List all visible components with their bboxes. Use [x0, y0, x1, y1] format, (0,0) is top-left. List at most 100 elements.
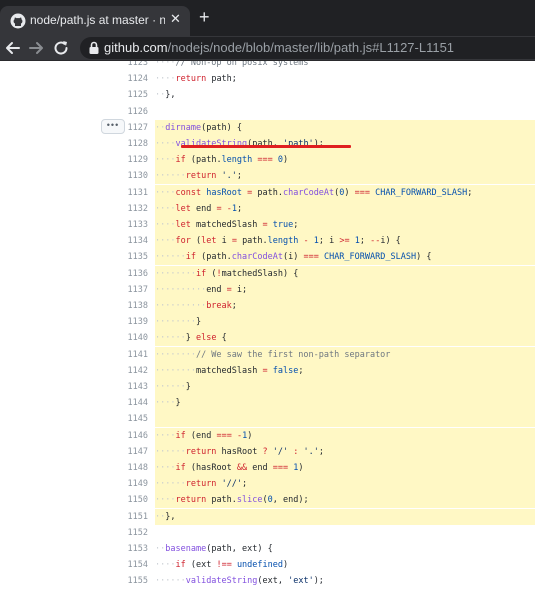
line-number[interactable]: 1128	[108, 136, 148, 152]
code-token: (	[206, 268, 217, 279]
line-number[interactable]: 1147	[108, 444, 148, 460]
code-token: path;	[206, 74, 237, 85]
line-number[interactable]: 1150	[108, 492, 148, 508]
code-token: '.'	[221, 171, 237, 182]
line-number[interactable]: 1133	[108, 217, 148, 233]
code-token: ===	[216, 430, 232, 441]
code-token: )	[283, 155, 289, 166]
code-token: length	[221, 155, 253, 166]
code-token: )	[344, 187, 355, 198]
code-line: 1156 ····validateString(path, 'path');	[0, 590, 535, 593]
code-line: 1151 ··},	[0, 508, 535, 525]
code-token: ===	[252, 155, 278, 166]
code-token: )	[283, 560, 289, 571]
line-code: ········}	[155, 314, 535, 331]
line-number[interactable]: 1130	[108, 168, 148, 184]
line-number[interactable]: 1148	[108, 460, 148, 476]
code-line: 1136 ········if (!matchedSlash) {	[0, 265, 535, 282]
code-token: '//'	[221, 479, 243, 490]
red-annotation-underline	[181, 145, 351, 148]
line-code: ····// Non-op on posix systems	[155, 61, 535, 71]
code-token: ········	[155, 317, 196, 328]
line-number[interactable]: 1151	[108, 509, 148, 525]
line-number[interactable]: 1144	[108, 395, 148, 411]
code-token: hasRoot	[216, 446, 263, 457]
line-code: ······}	[155, 379, 535, 395]
github-favicon-icon	[10, 13, 26, 29]
code-token: CHAR_FORWARD_SLASH	[323, 252, 417, 263]
reload-icon[interactable]	[51, 38, 71, 58]
code-token: break	[206, 301, 232, 311]
code-line: 1150 ····return path.slice(0, end);	[0, 492, 535, 509]
code-token: ····	[155, 155, 176, 166]
line-number[interactable]: 1136	[108, 266, 148, 282]
line-number[interactable]: 1145	[108, 411, 148, 427]
code-line: 1140 ······} else {	[0, 330, 535, 347]
line-code: ····return path;	[155, 71, 535, 87]
code-token: )	[298, 463, 304, 473]
code-token: ; i	[318, 236, 340, 247]
line-number[interactable]: 1137	[108, 282, 148, 298]
code-token: ····	[155, 495, 176, 506]
line-number[interactable]: 1124	[108, 71, 148, 87]
line-number[interactable]: 1142	[108, 363, 148, 379]
code-token: ;	[467, 187, 473, 198]
code-token: (	[190, 236, 202, 247]
new-tab-button[interactable]: +	[199, 8, 210, 26]
line-options-button[interactable]: •••	[101, 119, 125, 134]
code-token: ··	[155, 511, 166, 522]
code-token: ····	[155, 139, 176, 149]
code-token: ····	[155, 74, 176, 85]
line-number[interactable]: 1139	[108, 314, 148, 330]
code-line: 1123 ····// Non-op on posix systems	[0, 61, 535, 71]
code-token: end	[190, 203, 217, 214]
line-number[interactable]: 1143	[108, 379, 148, 395]
code-token: false	[272, 365, 299, 376]
line-number[interactable]: 1132	[108, 201, 148, 217]
code-token: end	[247, 463, 273, 473]
line-number[interactable]: 1131	[108, 185, 148, 201]
code-line: 1129 ····if (path.length === 0)	[0, 152, 535, 169]
code-line: 1139 ········}	[0, 314, 535, 331]
code-token: (path) {	[201, 122, 243, 133]
code-token: if	[185, 252, 196, 263]
line-number[interactable]: 1126	[108, 104, 148, 120]
code-token: if	[175, 430, 186, 441]
code-line: 1138 ··········break;	[0, 298, 535, 314]
line-number[interactable]: 1153	[108, 541, 148, 557]
back-arrow-icon[interactable]	[3, 38, 23, 58]
forward-arrow-icon[interactable]	[26, 38, 46, 58]
line-number[interactable]: 1123	[108, 61, 148, 71]
line-number[interactable]: 1152	[108, 525, 148, 541]
line-number[interactable]: 1135	[108, 249, 148, 265]
active-tab[interactable]: node/path.js at master · nodejs ✕	[0, 6, 190, 36]
line-number[interactable]: 1146	[108, 428, 148, 444]
line-number[interactable]: 1149	[108, 476, 148, 492]
code-token: ········	[155, 349, 196, 360]
line-number[interactable]: 1129	[108, 152, 148, 168]
code-token: if	[175, 463, 186, 473]
line-number[interactable]: 1138	[108, 298, 148, 314]
code-token: dirname	[165, 122, 202, 133]
line-code: ······} else {	[155, 330, 535, 347]
line-number[interactable]: 1125	[108, 87, 148, 103]
line-number[interactable]: 1134	[108, 233, 148, 249]
code-token: ······	[155, 479, 186, 490]
code-token: ······	[155, 382, 186, 392]
code-token: '/'	[272, 446, 289, 457]
line-number[interactable]: 1154	[108, 557, 148, 573]
code-token: ?	[262, 446, 273, 457]
line-number[interactable]: 1141	[108, 347, 148, 363]
line-code: ····if (end === -1)	[155, 427, 535, 444]
code-token: return	[185, 479, 217, 490]
code-token: (path.	[195, 252, 232, 263]
browser-tab-strip: node/path.js at master · nodejs ✕ +	[0, 0, 535, 36]
line-number[interactable]: 1156	[108, 590, 148, 593]
address-bar[interactable]: github.com/nodejs/node/blob/master/lib/p…	[80, 37, 535, 59]
line-number[interactable]: 1140	[108, 330, 148, 346]
line-number[interactable]: 1155	[108, 573, 148, 589]
code-line: 1153 ··basename(path, ext) {	[0, 541, 535, 557]
tab-close-icon[interactable]: ✕	[170, 11, 181, 27]
code-token: matchedSlash) {	[221, 268, 299, 279]
code-token: );	[313, 576, 324, 587]
